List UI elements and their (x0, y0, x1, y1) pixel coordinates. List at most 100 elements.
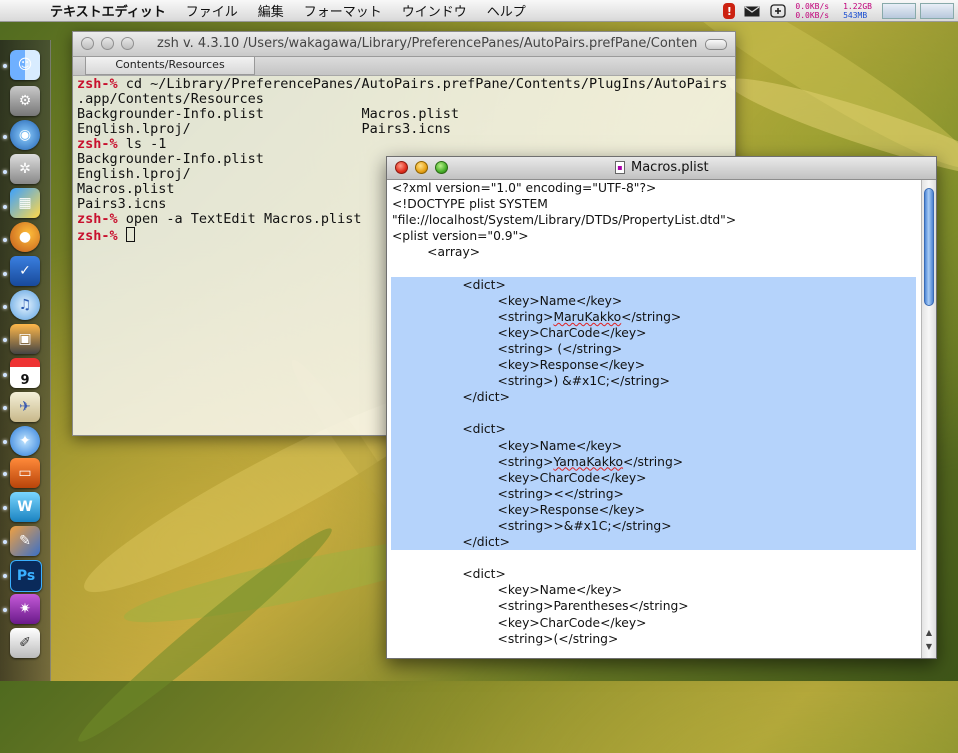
terminal-cursor (125, 227, 135, 242)
running-indicator (3, 272, 7, 276)
system-preferences-icon[interactable]: ✲ (10, 154, 40, 184)
selected-text-line: <string>YamaKakko</string> (391, 453, 916, 470)
toolbar-toggle-button[interactable] (705, 39, 727, 50)
selected-text-line: <string>MaruKakko</string> (391, 308, 916, 325)
script-editor-icon[interactable]: ✐ (10, 628, 40, 658)
terminal-line: English.lproj/ Pairs3.icns (77, 122, 731, 137)
shell-prompt: zsh-% (77, 211, 118, 227)
running-indicator (3, 238, 7, 242)
text-line: "file://localhost/System/Library/DTDs/Pr… (392, 213, 737, 228)
misspelled-word[interactable]: YamaKakko (553, 455, 623, 469)
minimize-button[interactable] (415, 161, 428, 174)
selected-text-line: <string><</string> (391, 485, 916, 502)
dashboard-icon[interactable]: ▦ (10, 188, 40, 218)
terminal-title: zsh v. 4.3.10 /Users/wakagawa/Library/Pr… (157, 36, 697, 51)
tab-contents-resources[interactable]: Contents/Resources (85, 57, 255, 75)
misspelled-word[interactable]: MaruKakko (553, 310, 621, 324)
minimize-button[interactable] (101, 37, 114, 50)
terminal-text: Backgrounder-Info.plist Macros.plist (77, 106, 460, 122)
terminal-text: Pairs3.icns (77, 196, 167, 212)
selected-text-line (391, 405, 916, 422)
selected-text-line: <string> (</string> (391, 340, 916, 358)
scroll-down-arrow-icon[interactable]: ▼ (924, 642, 934, 652)
text-line: <string>(</string> (392, 631, 619, 646)
ical-icon[interactable]: 9 (10, 358, 40, 388)
mail-stamp-icon[interactable]: ✈ (10, 392, 40, 422)
document-proxy-icon[interactable]: ▪ (615, 161, 625, 174)
selected-text-line: <key>Name</key> (391, 292, 916, 309)
menu-help[interactable]: ヘルプ (487, 1, 526, 20)
text-line: <!DOCTYPE plist SYSTEM (392, 197, 548, 212)
network-icon[interactable]: ◉ (10, 120, 40, 150)
text-line: <key>CharCode</key> (392, 615, 647, 630)
menu-edit[interactable]: 編集 (258, 1, 284, 20)
safari-icon[interactable]: ✦ (10, 426, 40, 456)
running-indicator (3, 608, 7, 612)
terminal-text: English.lproj/ Pairs3.icns (77, 121, 451, 137)
running-indicator (3, 472, 7, 476)
memory-used: 1.22GB (843, 2, 872, 11)
terminal-text: English.lproj/ (77, 166, 191, 182)
omnifocus-icon[interactable]: ✓ (10, 256, 40, 286)
photoshop-icon[interactable]: Ps (10, 560, 42, 592)
memory-monitor[interactable]: 1.22GB 543MB (843, 2, 872, 20)
terminal-text: cd ~/Library/PreferencePanes/AutoPairs.p… (117, 76, 728, 92)
vertical-scrollbar[interactable]: ▲ ▼ (921, 180, 936, 658)
scroll-thumb[interactable] (924, 188, 934, 306)
finder-icon[interactable]: ☺ (10, 50, 40, 80)
running-indicator (3, 540, 7, 544)
textedit-document[interactable]: <?xml version="1.0" encoding="UTF-8"?> <!… (387, 180, 921, 658)
terminal-tab-bar: Contents/Resources (73, 57, 735, 76)
memory-free: 543MB (843, 11, 868, 20)
running-indicator (3, 135, 7, 139)
running-indicator (3, 205, 7, 209)
itunes-icon[interactable]: ♫ (10, 290, 40, 320)
running-indicator (3, 406, 7, 410)
mail-icon[interactable] (743, 3, 761, 19)
terminal-line: zsh-% ls -1 (77, 137, 731, 152)
illustrator-icon[interactable]: ✷ (10, 594, 40, 624)
alert-icon[interactable]: ! (723, 3, 736, 19)
cpu-meter[interactable] (882, 3, 916, 19)
terminal-text: .app/Contents/Resources (77, 91, 264, 107)
terminal-line: zsh-% cd ~/Library/PreferencePanes/AutoP… (77, 77, 731, 92)
dreamweaver-icon[interactable]: W (10, 492, 40, 522)
selected-text-line: <dict> (391, 421, 916, 438)
text-line (387, 260, 921, 276)
terminal-text: Macros.plist (77, 181, 175, 197)
scroll-up-arrow-icon[interactable]: ▲ (924, 628, 934, 638)
disk-meter[interactable] (920, 3, 954, 19)
menu-file[interactable]: ファイル (186, 1, 238, 20)
selected-text-line: </dict> (391, 534, 916, 551)
menu-bar: テキストエディット ファイル 編集 フォーマット ウインドウ ヘルプ ! 0.0… (0, 0, 958, 22)
menu-format[interactable]: フォーマット (304, 1, 382, 20)
terminal-title-bar[interactable]: zsh v. 4.3.10 /Users/wakagawa/Library/Pr… (73, 32, 735, 57)
close-button[interactable] (395, 161, 408, 174)
zoom-button[interactable] (121, 37, 134, 50)
textedit-window[interactable]: ▪ Macros.plist <?xml version="1.0" encod… (386, 156, 937, 659)
network-monitor[interactable]: 0.0KB/s 0.0KB/s (795, 2, 829, 20)
zoom-button[interactable] (435, 161, 448, 174)
iphoto-icon[interactable]: ▣ (10, 324, 40, 354)
selected-text-line: <key>Name</key> (391, 437, 916, 454)
close-button[interactable] (81, 37, 94, 50)
menu-window[interactable]: ウインドウ (402, 1, 467, 20)
running-indicator (3, 305, 7, 309)
shell-prompt: zsh-% (77, 136, 118, 152)
installer-icon[interactable]: ⚙ (10, 86, 40, 116)
running-indicator (3, 170, 7, 174)
text-line: <key>Name</key> (392, 583, 623, 598)
running-indicator (3, 574, 7, 578)
network-up: 0.0KB/s (795, 2, 830, 11)
terminal-text: ls -1 (117, 136, 167, 152)
selected-text-line: <string>>&#x1C;</string> (391, 517, 916, 535)
firefox-icon[interactable]: ● (10, 222, 40, 252)
preview-icon[interactable]: ✎ (10, 526, 40, 556)
add-icon[interactable] (769, 3, 787, 19)
textedit-title-bar[interactable]: ▪ Macros.plist (387, 157, 936, 180)
terminal-line: .app/Contents/Resources (77, 92, 731, 107)
running-indicator (3, 506, 7, 510)
selected-text-line: <key>CharCode</key> (391, 324, 916, 341)
menu-app-name[interactable]: テキストエディット (50, 1, 166, 20)
sidebar-icon[interactable]: ▭ (10, 458, 40, 488)
